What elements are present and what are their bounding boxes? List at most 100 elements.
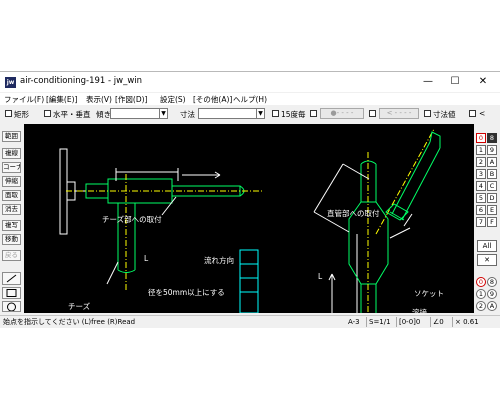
tool-corner[interactable]: コーナー: [2, 162, 21, 173]
socket-leader: [403, 213, 413, 227]
dimval-label: 寸法値: [433, 110, 456, 119]
layer-4-button[interactable]: 4: [476, 181, 486, 191]
tool-move[interactable]: 移動: [2, 234, 21, 245]
weld-label: 溶接: [412, 308, 427, 313]
title-bar: jw air-conditioning-191 - jw_win — ☐ ✕: [0, 72, 500, 92]
layer-a-button[interactable]: A: [487, 157, 497, 167]
arrow-line-checkbox[interactable]: [369, 110, 376, 117]
layer-8-button[interactable]: 8: [487, 133, 497, 143]
layer-2-button[interactable]: 2: [476, 157, 486, 167]
layer-9-button[interactable]: 9: [487, 145, 497, 155]
dim-input[interactable]: [198, 108, 257, 119]
toolbar: 矩形 水平・垂直 傾き ▼ 寸法 ▼ 15度毎 ●- - - - < - - -…: [0, 107, 500, 121]
group-a-button[interactable]: A: [487, 301, 497, 311]
group-8-button[interactable]: 8: [487, 277, 497, 287]
layer-d-button[interactable]: D: [487, 193, 497, 203]
rect-checkbox[interactable]: [5, 110, 12, 117]
line-icon: [6, 274, 17, 283]
circle-icon: [7, 302, 16, 311]
menu-view[interactable]: 表示(V): [86, 94, 112, 105]
dim-L-ext-top: [342, 163, 370, 180]
socket-label: ソケット: [414, 289, 444, 298]
maximize-button[interactable]: ☐: [442, 73, 468, 91]
layer-b-button[interactable]: B: [487, 169, 497, 179]
app-logo-icon: jw: [5, 77, 16, 88]
tool-rect[interactable]: [2, 287, 21, 299]
group-0-button[interactable]: 0: [476, 277, 486, 287]
diameter-note: 径を50mm以上にする: [148, 288, 225, 297]
duct-box: [239, 249, 259, 313]
tool-circle[interactable]: [2, 301, 21, 312]
menu-draw[interactable]: [作図(D)]: [115, 94, 147, 105]
drawing-svg: [59, 128, 441, 313]
branch-centerline: [375, 128, 435, 235]
dot-line-pattern[interactable]: ●- - - -: [320, 108, 364, 119]
group-2-button[interactable]: 2: [476, 301, 486, 311]
layer-1-button[interactable]: 1: [476, 145, 486, 155]
status-bar: 始点を指示してください (L)free (R)Read A-3 S=1/1 [0…: [0, 315, 500, 327]
deg15-checkbox[interactable]: [272, 110, 279, 117]
drawing-canvas[interactable]: チーズ部への取付 直管部への取付 L 流れ方向 径を50mm以上にする チーズ …: [24, 124, 474, 313]
menu-edit[interactable]: [編集(E)]: [46, 94, 77, 105]
tee-title: チーズ部への取付: [102, 215, 162, 224]
tool-line[interactable]: [2, 272, 21, 285]
scale-readout[interactable]: S=1/1: [366, 317, 391, 327]
menu-settings[interactable]: 設定(S): [160, 94, 186, 105]
dimval-checkbox[interactable]: [424, 110, 431, 117]
angle-readout[interactable]: ∠0: [430, 317, 444, 327]
group-9-button[interactable]: 9: [487, 289, 497, 299]
layer-all-button[interactable]: All: [477, 240, 497, 252]
lt-checkbox[interactable]: [469, 110, 476, 117]
tool-range[interactable]: 範囲: [2, 131, 21, 142]
close-button[interactable]: ✕: [470, 73, 496, 91]
layer-readout[interactable]: [0-0]0: [396, 317, 420, 327]
layer-f-button[interactable]: F: [487, 217, 497, 227]
layer-0-button[interactable]: 0: [476, 133, 486, 143]
dim-L-right-label: L: [318, 272, 323, 281]
socket-fitting: [385, 203, 409, 221]
straight-title: 直管部への取付: [327, 209, 380, 218]
dim-L-label: L: [144, 254, 149, 263]
layer-c-button[interactable]: C: [487, 181, 497, 191]
tilt-dropdown-icon[interactable]: ▼: [159, 108, 168, 119]
dim-dropdown-icon[interactable]: ▼: [256, 108, 265, 119]
weld-leader: [389, 227, 411, 239]
tool-offset[interactable]: 複線: [2, 148, 21, 159]
tee-leader: [106, 261, 119, 285]
layer-5-button[interactable]: 5: [476, 193, 486, 203]
tool-copy[interactable]: 複写: [2, 220, 21, 231]
layer-3-button[interactable]: 3: [476, 169, 486, 179]
dot-line-checkbox[interactable]: [310, 110, 317, 117]
menu-other[interactable]: [その他(A)]: [193, 94, 232, 105]
tool-stretch[interactable]: 伸縮: [2, 176, 21, 187]
flow-direction-label: 流れ方向: [204, 256, 234, 265]
tool-chamfer[interactable]: 面取: [2, 190, 21, 201]
layer-cross-button[interactable]: ✕: [477, 254, 497, 266]
group-1-button[interactable]: 1: [476, 289, 486, 299]
lt-label: <: [479, 109, 486, 118]
menu-help[interactable]: ヘルプ(H): [233, 94, 267, 105]
menu-bar: ファイル(F) [編集(E)] 表示(V) [作図(D)] 設定(S) [その他…: [0, 93, 500, 105]
tool-undo[interactable]: 戻る: [2, 250, 21, 261]
paper-size[interactable]: A-3: [346, 317, 360, 327]
minimize-button[interactable]: —: [415, 73, 441, 91]
dim-L-line: [313, 163, 344, 213]
tilt-input[interactable]: [110, 108, 160, 119]
rect-label: 矩形: [14, 110, 29, 119]
rectangle-icon: [6, 289, 17, 297]
jw-win-window: jw air-conditioning-191 - jw_win — ☐ ✕ フ…: [0, 71, 500, 328]
dim-label: 寸法: [180, 110, 195, 119]
layer-6-button[interactable]: 6: [476, 205, 486, 215]
window-title: air-conditioning-191 - jw_win: [20, 76, 143, 86]
hv-checkbox[interactable]: [44, 110, 51, 117]
wall-plate: [59, 148, 68, 235]
zoom-readout[interactable]: × 0.61: [452, 317, 479, 327]
layer-7-button[interactable]: 7: [476, 217, 486, 227]
layer-panel: 0 1 2 3 4 5 6 7 8 9 A B C D E F All ✕ 0 …: [474, 124, 500, 313]
left-tool-panel: 範囲 複線 コーナー 伸縮 面取 消去 複写 移動 戻る: [0, 124, 24, 313]
tool-erase[interactable]: 消去: [2, 204, 21, 215]
layer-e-button[interactable]: E: [487, 205, 497, 215]
menu-file[interactable]: ファイル(F): [4, 94, 44, 105]
arrow-line-pattern[interactable]: < - - - -: [379, 108, 419, 119]
tee-label: チーズ: [68, 302, 91, 311]
